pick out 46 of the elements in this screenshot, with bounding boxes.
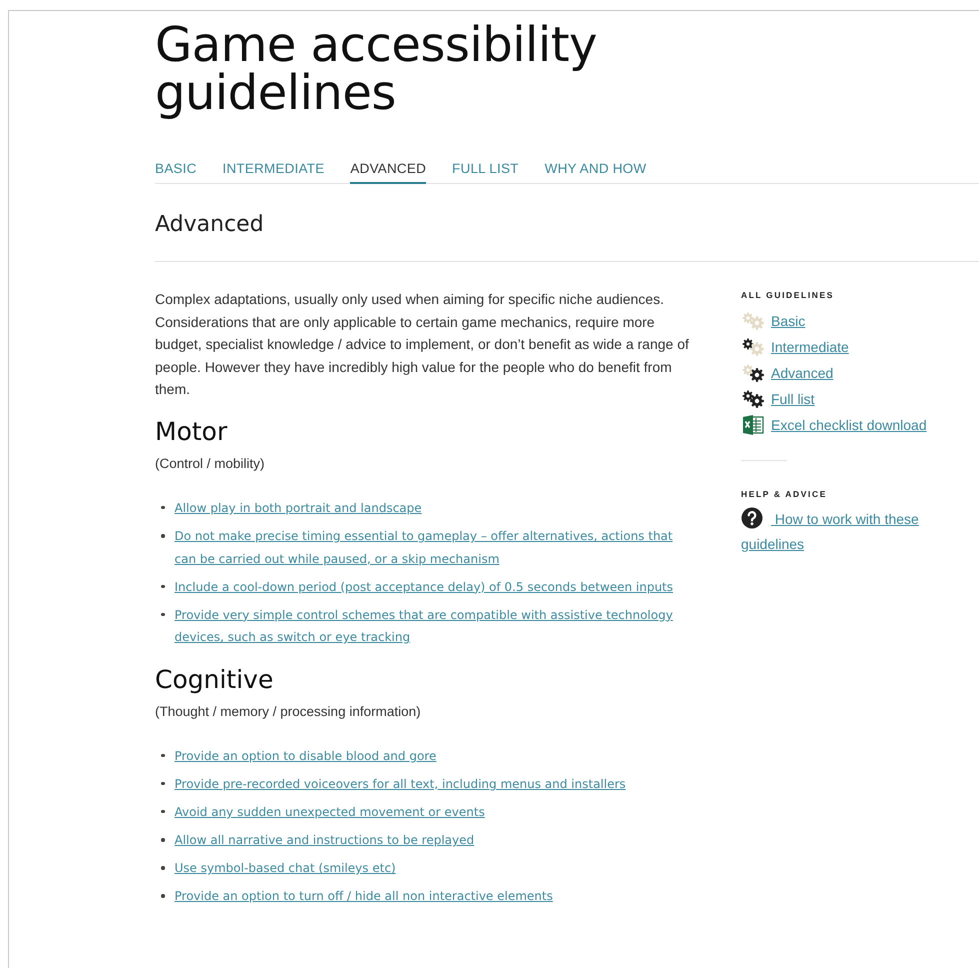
guideline-link[interactable]: Provide an option to disable blood and gore [174, 744, 436, 768]
guideline-link[interactable]: Do not make precise timing essential to gameplay – offer alternatives, actions that can be carried out while paused, or a skip mechanism [174, 525, 689, 570]
bullet-icon [161, 534, 164, 538]
bullet-icon [161, 894, 164, 898]
guideline-link[interactable]: Provide an option to turn off / hide all non interactive elements [174, 885, 553, 908]
page-title: Game accessibility guidelines [155, 21, 598, 117]
category-heading: Motor [155, 416, 228, 446]
bullet-icon [161, 506, 164, 510]
bullet-icon [161, 838, 164, 842]
gears-icon [741, 388, 765, 410]
bullet-icon [161, 584, 164, 588]
spreadsheet-icon [741, 414, 765, 436]
sidebar-heading: HELP & ADVICE [741, 489, 828, 499]
guideline-link[interactable]: Provide very simple control schemes that are compatible with assistive technology devices, such as switch or eye tracking [174, 604, 689, 649]
guideline-link[interactable]: Use symbol-based chat (smileys etc) [174, 857, 396, 880]
help-icon [741, 507, 763, 529]
gears-icon [741, 336, 765, 358]
nav-tab[interactable]: INTERMEDIATE [222, 161, 324, 184]
bullet-icon [161, 612, 164, 616]
sidebar-link[interactable]: Excel checklist download [771, 417, 927, 433]
bullet-icon [161, 810, 164, 814]
guideline-link[interactable]: Provide pre-recorded voiceovers for all text, including menus and installers [174, 772, 626, 796]
intro-paragraph: Complex adaptations, usually only used when aiming for specific niche audiences. Considerations that are only applicable to certain game mechanics, require more budget, specialist knowledge / advice to implement, or don’t benefit as wide a range of people. However they have incredibly high value for the people who do benefit from them. [155, 290, 689, 400]
category-subtitle: (Thought / memory / processing information) [155, 704, 422, 719]
gears-icon [741, 362, 765, 384]
category-heading: Cognitive [155, 664, 274, 694]
sidebar-heading: ALL GUIDELINES [741, 290, 836, 300]
sidebar-link[interactable]: Basic [771, 313, 806, 329]
bullet-icon [161, 782, 164, 786]
section-heading: Advanced [155, 184, 979, 262]
guideline-link[interactable]: Include a cool-down period (post acceptance delay) of 0.5 seconds between inputs [174, 576, 674, 598]
sidebar-link[interactable]: Intermediate [771, 339, 849, 355]
sidebar-link[interactable]: Advanced [771, 365, 834, 381]
nav-tab[interactable]: FULL LIST [452, 161, 519, 184]
guideline-link[interactable]: Allow play in both portrait and landscape [174, 496, 422, 520]
guideline-link[interactable]: Allow all narrative and instructions to be replayed [174, 829, 474, 852]
nav-tab[interactable]: ADVANCED [350, 161, 426, 184]
gears-icon [741, 310, 765, 332]
bullet-icon [161, 866, 164, 870]
nav-tab[interactable]: BASIC [155, 161, 197, 184]
category-subtitle: (Control / mobility) [155, 456, 266, 471]
nav-tab[interactable]: WHY AND HOW [544, 161, 646, 184]
bullet-icon [161, 754, 164, 758]
sidebar-link[interactable]: Full list [771, 391, 815, 407]
guideline-link[interactable]: Avoid any sudden unexpected movement or events [174, 800, 485, 824]
help-link[interactable]: How to work with these guidelines [741, 507, 941, 557]
